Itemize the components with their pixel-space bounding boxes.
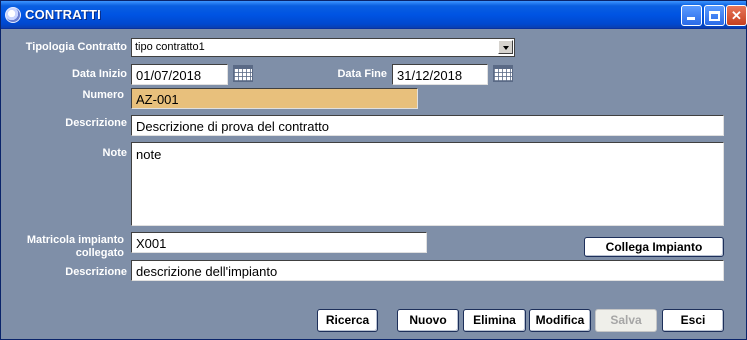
calendar-header <box>493 65 513 69</box>
calendar-grid <box>493 67 513 82</box>
tipologia-label: Tipologia Contratto <box>25 41 127 53</box>
maximize-icon <box>709 10 720 21</box>
matricola-input[interactable]: X001 <box>131 232 427 253</box>
minimize-button[interactable] <box>681 5 702 26</box>
app-icon <box>5 7 21 23</box>
data-fine-label: Data Fine <box>337 68 387 80</box>
descrizione-impianto-input[interactable]: descrizione dell'impianto <box>131 260 724 281</box>
tipologia-value: tipo contratto1 <box>135 41 205 53</box>
modifica-button[interactable]: Modifica <box>529 309 591 332</box>
descrizione-impianto-label: Descrizione <box>65 266 127 278</box>
elimina-button[interactable]: Elimina <box>463 309 526 332</box>
calendar-icon[interactable] <box>491 64 515 84</box>
data-inizio-label: Data Inizio <box>71 68 127 80</box>
data-inizio-input[interactable]: 01/07/2018 <box>131 64 228 85</box>
numero-label: Numero <box>82 89 124 101</box>
descrizione-input[interactable]: Descrizione di prova del contratto <box>131 115 724 136</box>
nuovo-button[interactable]: Nuovo <box>397 309 459 332</box>
esci-button[interactable]: Esci <box>662 309 724 332</box>
ricerca-button[interactable]: Ricerca <box>317 309 378 332</box>
chevron-down-icon[interactable] <box>498 40 513 54</box>
tipologia-select[interactable]: tipo contratto1 <box>131 38 515 57</box>
collega-impianto-button[interactable]: Collega Impianto <box>584 237 724 257</box>
matricola-label-line1: Matricola impianto <box>26 234 124 246</box>
note-label: Note <box>102 147 127 159</box>
calendar-grid <box>233 67 253 82</box>
close-button[interactable]: ✕ <box>726 5 747 26</box>
numero-input[interactable]: AZ-001 <box>131 88 418 109</box>
descrizione-label: Descrizione <box>65 117 127 129</box>
minimize-icon <box>687 17 695 20</box>
salva-button[interactable]: Salva <box>595 309 657 332</box>
calendar-icon[interactable] <box>231 64 255 84</box>
note-textarea[interactable]: note <box>131 142 724 226</box>
calendar-header <box>233 65 253 69</box>
window-title: CONTRATTI <box>25 7 101 22</box>
maximize-button[interactable] <box>704 5 725 26</box>
data-fine-input[interactable]: 31/12/2018 <box>392 64 488 85</box>
matricola-label: Matricola impianto collegato <box>11 234 124 260</box>
matricola-label-line2: collegato <box>75 247 124 259</box>
title-bar[interactable]: CONTRATTI ✕ <box>1 1 747 29</box>
close-icon: ✕ <box>731 7 742 23</box>
contratti-window: CONTRATTI ✕ Tipologia Contratto tipo con… <box>0 0 747 340</box>
